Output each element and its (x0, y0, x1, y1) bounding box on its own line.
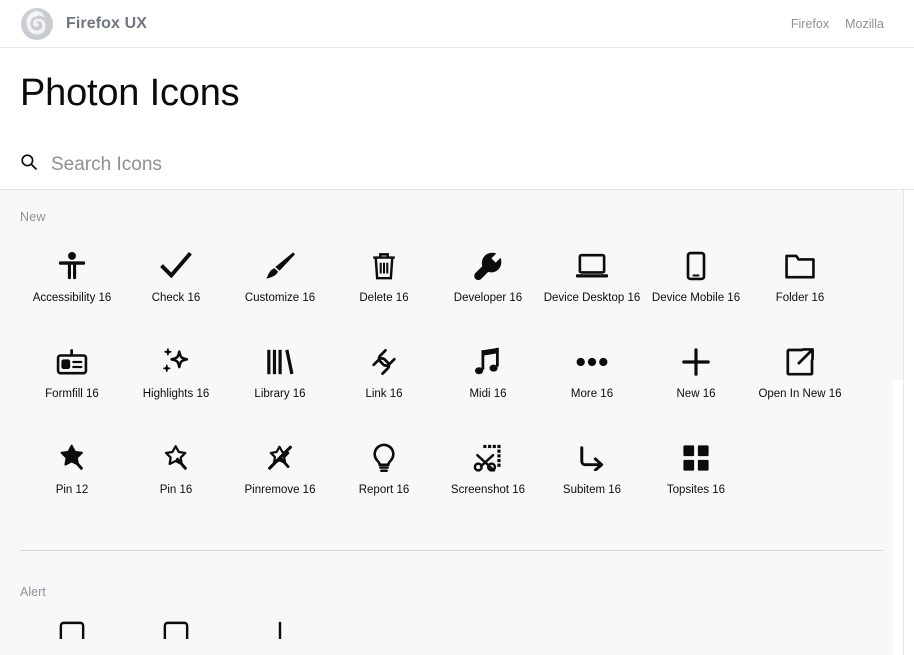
icon-cell-topsites[interactable]: Topsites 16 (644, 436, 748, 532)
icon-label: Topsites 16 (667, 484, 725, 496)
icon-cell-partial[interactable] (124, 621, 228, 639)
device-desktop-icon (576, 244, 608, 288)
icon-cell-screenshot[interactable]: Screenshot 16 (436, 436, 540, 532)
nav-link-mozilla[interactable]: Mozilla (845, 17, 884, 31)
icon-label: Formfill 16 (45, 388, 99, 400)
icon-label: Device Mobile 16 (652, 292, 740, 304)
icon-label: More 16 (571, 388, 613, 400)
icon-label: Screenshot 16 (451, 484, 525, 496)
icon-label: Delete 16 (359, 292, 408, 304)
icon-cell-open-in-new[interactable]: Open In New 16 (748, 340, 852, 436)
icon-catalog: New Accessibility 16 (0, 190, 904, 655)
icon-cell-new[interactable]: New 16 (644, 340, 748, 436)
icon-cell-more[interactable]: More 16 (540, 340, 644, 436)
icon-label: Open In New 16 (758, 388, 841, 400)
icon-cell-accessibility[interactable]: Accessibility 16 (20, 244, 124, 340)
midi-note-icon (475, 340, 501, 384)
icon-cell-highlights[interactable]: Highlights 16 (124, 340, 228, 436)
section-title-alert: Alert (20, 551, 883, 599)
icon-cell-midi[interactable]: Midi 16 (436, 340, 540, 436)
accessibility-icon (57, 244, 87, 288)
icon-label: Accessibility 16 (33, 292, 112, 304)
search-bar (20, 144, 894, 186)
icon-label: Customize 16 (245, 292, 315, 304)
screenshot-scissors-icon (473, 436, 503, 480)
alert-partial-icon-1 (59, 621, 85, 639)
icon-label: Device Desktop 16 (544, 292, 641, 304)
icon-cell-check[interactable]: Check 16 (124, 244, 228, 340)
icon-cell-device-mobile[interactable]: Device Mobile 16 (644, 244, 748, 340)
brand-link[interactable]: Firefox UX (20, 7, 147, 41)
pin-outline-icon (162, 436, 190, 480)
icon-cell-library[interactable]: Library 16 (228, 340, 332, 436)
icon-cell-formfill[interactable]: Formfill 16 (20, 340, 124, 436)
icon-label: Pinremove 16 (245, 484, 316, 496)
new-plus-icon (681, 340, 711, 384)
icon-label: Pin 12 (56, 484, 89, 496)
icon-cell-subitem[interactable]: Subitem 16 (540, 436, 644, 532)
scrollbar-gutter[interactable] (893, 380, 903, 655)
section-alert: Alert (0, 551, 903, 639)
pinremove-icon (265, 436, 295, 480)
icon-cell-link[interactable]: Link 16 (332, 340, 436, 436)
folder-icon (784, 244, 816, 288)
firefox-logo-icon (20, 7, 54, 41)
brand-title: Firefox UX (66, 15, 147, 33)
highlights-sparkle-icon (160, 340, 192, 384)
icon-cell-report[interactable]: Report 16 (332, 436, 436, 532)
check-icon (160, 244, 192, 288)
subitem-arrow-icon (578, 436, 606, 480)
section-title-new: New (20, 190, 883, 230)
open-in-new-icon (785, 340, 815, 384)
top-navigation: Firefox Mozilla (791, 17, 884, 31)
icon-cell-customize[interactable]: Customize 16 (228, 244, 332, 340)
icon-cell-partial[interactable] (20, 621, 124, 639)
icon-label: New 16 (677, 388, 716, 400)
icon-cell-delete[interactable]: Delete 16 (332, 244, 436, 340)
photon-icons-page: Firefox UX Firefox Mozilla Photon Icons … (0, 0, 914, 655)
icon-label: Subitem 16 (563, 484, 621, 496)
delete-trash-icon (370, 244, 398, 288)
link-chain-icon (369, 340, 399, 384)
icon-grid-new: Accessibility 16 Check 16 (20, 230, 883, 532)
icon-cell-partial[interactable] (228, 621, 332, 639)
icon-label: Folder 16 (776, 292, 825, 304)
section-new: New Accessibility 16 (0, 190, 903, 532)
formfill-icon (56, 340, 88, 384)
search-icon (20, 153, 38, 176)
page-title: Photon Icons (20, 74, 894, 114)
site-header: Firefox UX Firefox Mozilla (0, 0, 914, 48)
hero-section: Photon Icons (0, 48, 914, 190)
icon-label: Link 16 (365, 388, 402, 400)
icon-cell-pin-12[interactable]: Pin 12 (20, 436, 124, 532)
more-ellipsis-icon (576, 340, 608, 384)
developer-wrench-icon (473, 244, 503, 288)
icon-label: Midi 16 (469, 388, 506, 400)
device-mobile-icon (686, 244, 706, 288)
topsites-grid-icon (682, 436, 710, 480)
search-input[interactable] (51, 154, 571, 176)
icon-label: Check 16 (152, 292, 201, 304)
icon-cell-device-desktop[interactable]: Device Desktop 16 (540, 244, 644, 340)
library-books-icon (265, 340, 295, 384)
alert-partial-icon-2 (163, 621, 189, 639)
nav-link-firefox[interactable]: Firefox (791, 17, 829, 31)
pin-filled-icon (58, 436, 86, 480)
icon-cell-developer[interactable]: Developer 16 (436, 244, 540, 340)
icon-label: Library 16 (254, 388, 305, 400)
icon-label: Highlights 16 (143, 388, 209, 400)
icon-grid-alert (20, 599, 883, 639)
icon-cell-folder[interactable]: Folder 16 (748, 244, 852, 340)
report-bulb-icon (372, 436, 396, 480)
icon-label: Pin 16 (160, 484, 193, 496)
icon-label: Developer 16 (454, 292, 522, 304)
icon-cell-pinremove[interactable]: Pinremove 16 (228, 436, 332, 532)
alert-partial-icon-3 (267, 621, 293, 639)
customize-brush-icon (264, 244, 296, 288)
icon-cell-pin-16[interactable]: Pin 16 (124, 436, 228, 532)
icon-label: Report 16 (359, 484, 410, 496)
